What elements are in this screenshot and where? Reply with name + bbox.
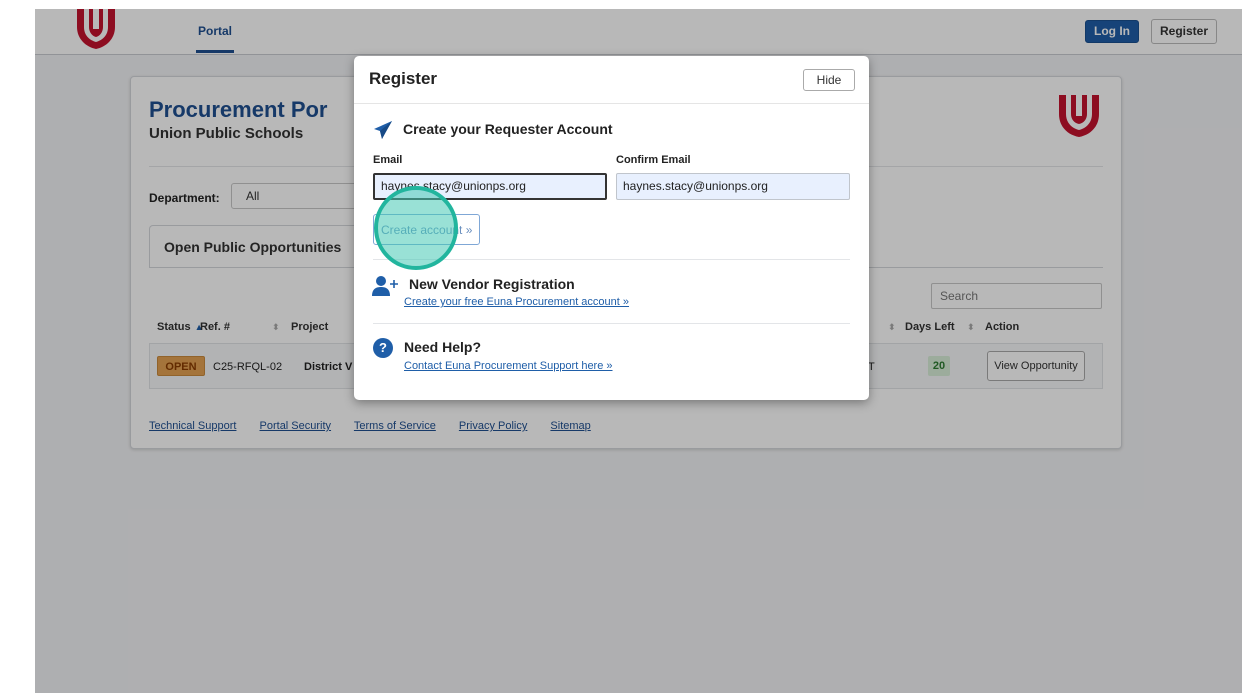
divider xyxy=(373,323,850,324)
user-plus-icon xyxy=(372,276,398,296)
confirm-email-label: Confirm Email xyxy=(616,154,691,166)
help-icon: ? xyxy=(373,338,393,358)
click-indicator xyxy=(374,186,458,270)
modal-header: Register Hide xyxy=(354,56,869,104)
paper-plane-icon xyxy=(374,121,392,139)
support-link[interactable]: Contact Euna Procurement Support here » xyxy=(404,360,613,372)
email-label: Email xyxy=(373,154,403,166)
browser-viewport: Portal Log In Register Procurement Por U… xyxy=(35,9,1242,693)
modal-title: Register xyxy=(369,69,438,88)
divider xyxy=(373,259,850,260)
vendor-heading: New Vendor Registration xyxy=(409,276,575,292)
requester-heading: Create your Requester Account xyxy=(403,121,613,137)
confirm-email-field[interactable]: haynes.stacy@unionps.org xyxy=(616,173,850,200)
hide-button[interactable]: Hide xyxy=(803,69,855,91)
vendor-registration-link[interactable]: Create your free Euna Procurement accoun… xyxy=(404,296,629,308)
help-heading: Need Help? xyxy=(404,339,482,355)
